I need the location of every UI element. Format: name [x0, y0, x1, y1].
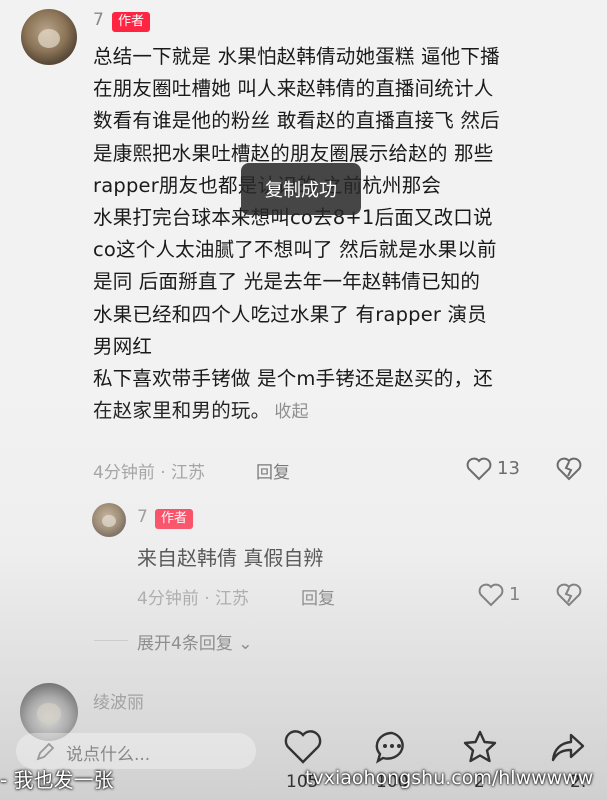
chevron-down-icon: ⌄: [238, 634, 253, 654]
reply-timestamp: 4分钟前 · 江苏: [137, 589, 250, 609]
comment-line: 在赵家里和男的玩。 收起: [93, 395, 588, 428]
comment-line: 总结一下就是 水果怕赵韩倩动她蛋糕 逼他下播: [93, 45, 500, 68]
broken-heart-icon[interactable]: [556, 457, 582, 481]
comment-bubble-icon[interactable]: [373, 729, 411, 765]
copy-success-toast: 复制成功: [241, 163, 361, 215]
comment-line: 水果已经和四个人吃过水果了 有rapper 演员: [93, 302, 487, 326]
reply-like-count: 1: [509, 584, 521, 605]
comment-body: 总结一下就是 水果怕赵韩倩动她蛋糕 逼他下播 在朋友圈吐槽她 叫人来赵韩倩的直播…: [93, 41, 588, 428]
reply-reply-button[interactable]: 回复: [301, 584, 335, 609]
comment-line-text: 在赵家里和男的玩。: [93, 399, 271, 423]
reply-author-badge: 作者: [155, 509, 194, 529]
expand-replies-label: 展开4条回复: [137, 634, 233, 654]
comment-line: 在朋友圈吐槽她 叫人来赵韩倩的直播间统计人: [93, 77, 494, 101]
heart-icon[interactable]: [466, 457, 492, 481]
comment-line: 数看有谁是他的粉丝 敢看赵的直播直接飞 然后: [93, 109, 500, 133]
reply-username[interactable]: 7: [137, 507, 148, 527]
share-icon[interactable]: [549, 729, 587, 765]
like-heart-icon[interactable]: [284, 729, 322, 765]
next-comment-username[interactable]: 绫波丽: [93, 688, 144, 713]
like-count: 13: [497, 458, 520, 479]
overlay-caption: - 我也发一张: [0, 768, 114, 792]
reply-body: 来自赵韩倩 真假自辨: [137, 546, 324, 570]
comment-line: 是同 后面掰直了 光是去年一年赵韩倩已知的: [93, 270, 481, 294]
watermark: tvxiaohongshu.com/hlwwwww: [305, 767, 594, 789]
comment-username[interactable]: 7: [93, 10, 104, 30]
comment-line: 男网红: [93, 334, 153, 358]
collapse-link[interactable]: 收起: [274, 402, 308, 422]
author-avatar[interactable]: [21, 9, 77, 65]
comment-line: co这个人太油腻了不想叫了 然后就是水果以前: [93, 238, 497, 262]
broken-heart-icon[interactable]: [556, 583, 582, 607]
star-icon[interactable]: [461, 729, 499, 765]
heart-icon[interactable]: [478, 583, 504, 607]
reply-button[interactable]: 回复: [256, 458, 290, 483]
comment-timestamp: 4分钟前 · 江苏: [93, 463, 206, 483]
expand-divider: [94, 640, 128, 641]
author-badge: 作者: [112, 12, 151, 32]
comment-line: 私下喜欢带手铐做 是个m手铐还是赵买的，还: [93, 367, 493, 391]
expand-replies-link[interactable]: 展开4条回复 ⌄: [137, 629, 252, 654]
reply-author-avatar[interactable]: [92, 503, 126, 537]
comment-input-placeholder: 说点什么...: [66, 745, 151, 765]
pencil-icon: [34, 741, 56, 763]
